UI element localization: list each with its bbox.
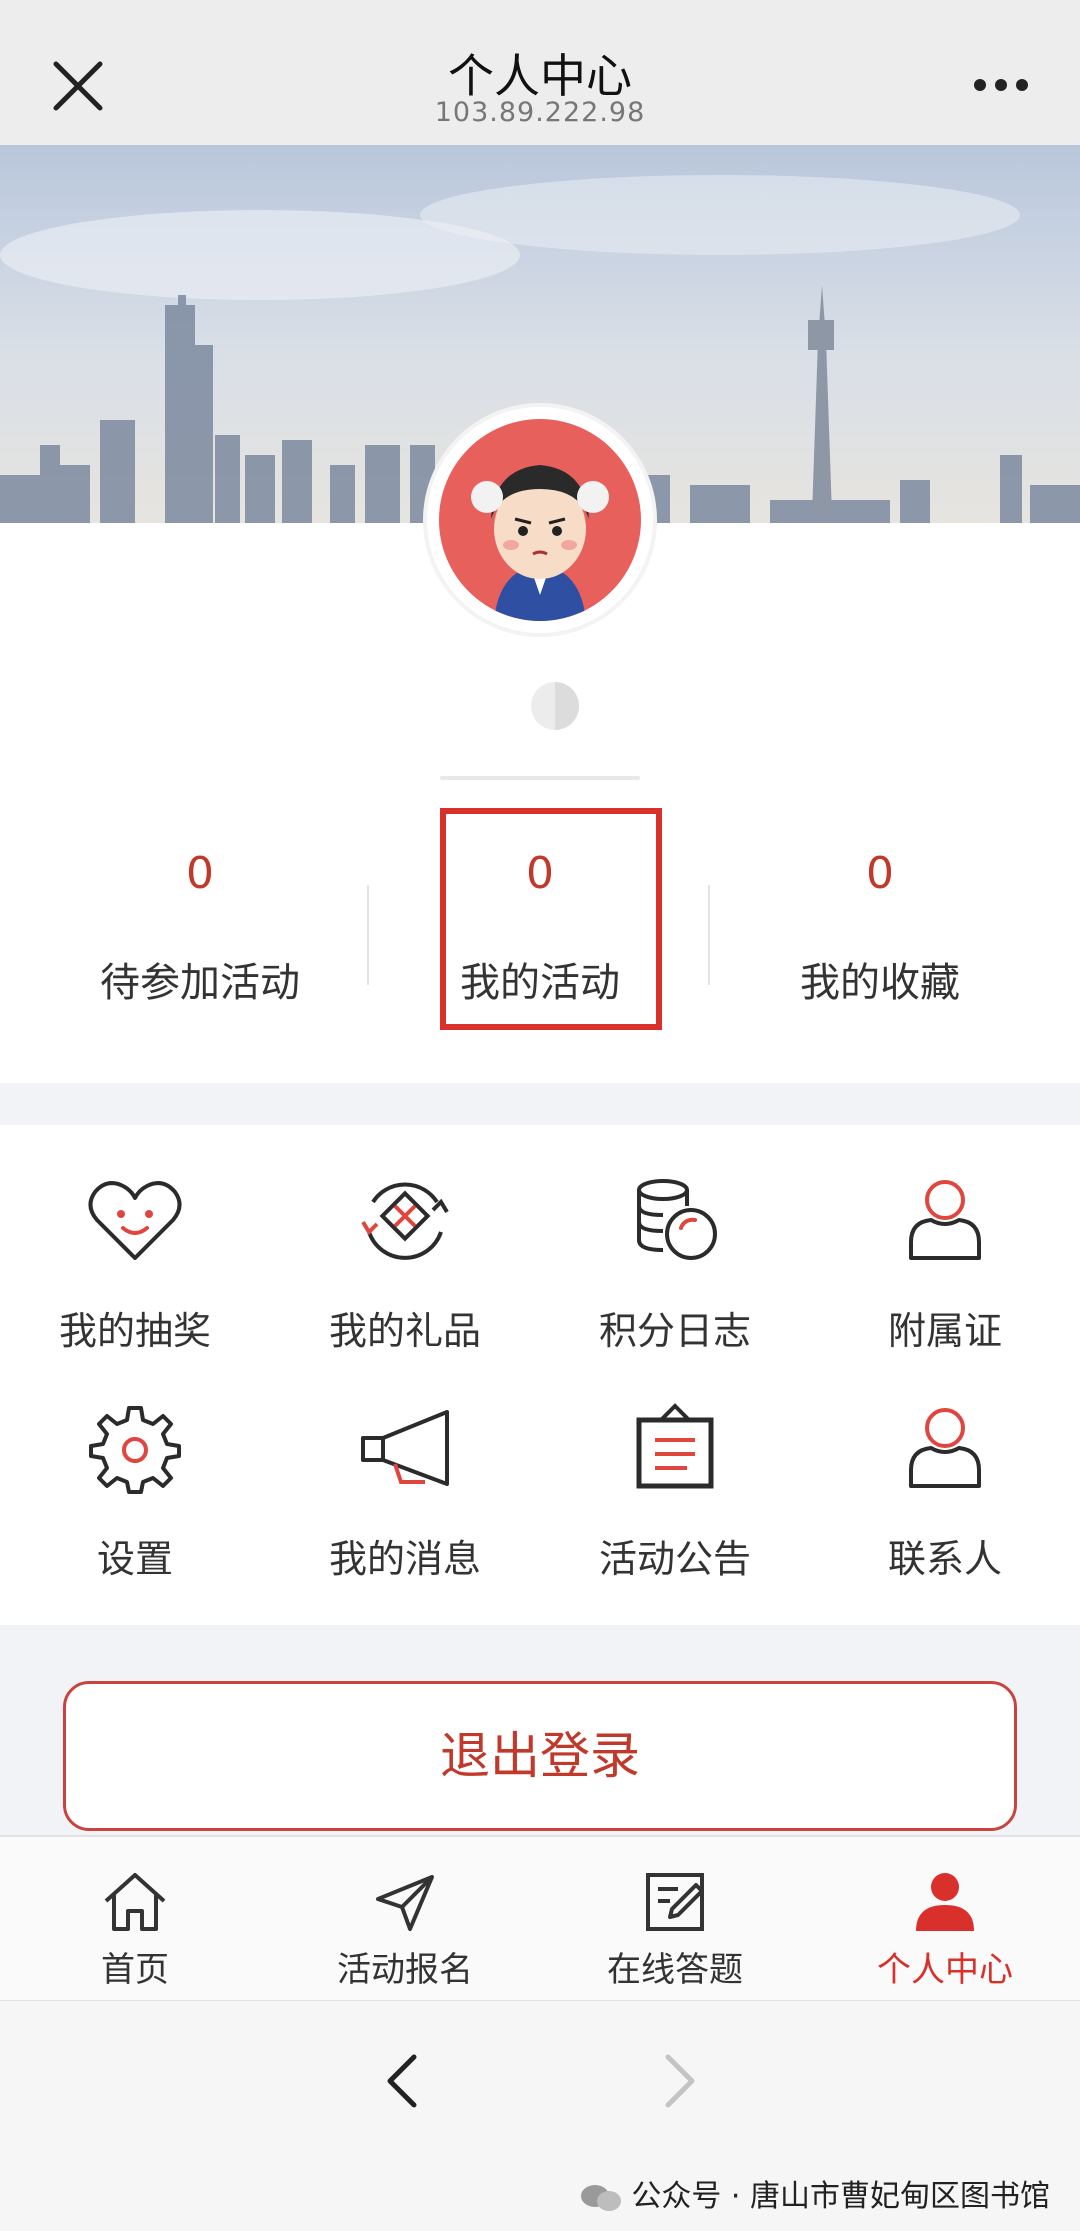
user-icon [916,1873,974,1931]
watermark-text: 公众号 · 唐山市曹妃甸区图书馆 [631,2179,1050,2214]
stat-value: 0 [186,848,214,899]
more-icon[interactable] [972,74,1030,96]
tab-online-quiz[interactable]: 在线答题 [540,1837,810,2002]
menu-item-announcements[interactable]: 活动公告 [540,1353,810,1583]
tab-bar: 首页 活动报名 在线答题 个人中心 [0,1835,1080,2000]
menu-item-lottery[interactable]: 我的抽奖 [0,1125,270,1355]
menu-item-settings[interactable]: 设置 [0,1353,270,1583]
menu-item-label: 我的礼品 [328,1309,481,1353]
tab-home[interactable]: 首页 [0,1837,270,2002]
menu-item-gifts[interactable]: 我的礼品 [270,1125,540,1355]
avatar[interactable] [427,407,653,633]
person-icon [909,1180,981,1260]
stat-label: 待参加活动 [100,960,300,1006]
username-loading [531,682,579,730]
menu-item-points-log[interactable]: 积分日志 [540,1125,810,1355]
logout-button[interactable]: 退出登录 [63,1681,1017,1831]
contact-icon [909,1408,981,1488]
page-subtitle: 103.89.222.98 [434,97,646,128]
menu-item-contacts[interactable]: 联系人 [810,1353,1080,1583]
browser-nav-bar: 公众号 · 唐山市曹妃甸区图书馆 [0,2000,1080,2231]
username-underline [440,776,640,780]
megaphone-icon [361,1410,449,1486]
tab-label: 活动报名 [337,1950,473,1990]
tab-label: 个人中心 [877,1950,1013,1990]
menu-item-label: 活动公告 [598,1537,751,1581]
send-icon [376,1875,434,1931]
menu-item-label: 附属证 [887,1309,1002,1353]
stat-label: 我的收藏 [800,960,960,1006]
stat-my-favorites[interactable]: 0 我的收藏 [700,808,1060,1028]
menu-grid: 我的抽奖 我的礼品 积分日志 附属证 设置 我的消息 活动公告 联系人 [0,1125,1080,1625]
menu-item-label: 联系人 [887,1537,1002,1581]
menu-item-label: 设置 [96,1537,173,1581]
heart-smile-icon [88,1181,182,1260]
top-bar: 个人中心 103.89.222.98 [0,0,1080,145]
notice-board-icon [636,1403,714,1489]
highlight-box [440,808,662,1030]
tab-label: 首页 [101,1950,169,1990]
menu-item-messages[interactable]: 我的消息 [270,1353,540,1583]
stat-value: 0 [866,848,894,899]
forward-arrow-icon[interactable] [658,2051,702,2111]
home-icon [104,1873,166,1931]
menu-item-label: 积分日志 [598,1309,751,1353]
stat-divider [708,885,710,985]
stat-pending-activities[interactable]: 0 待参加活动 [20,808,380,1028]
tab-activity-signup[interactable]: 活动报名 [270,1837,540,2002]
tab-personal-center[interactable]: 个人中心 [810,1837,1080,2002]
back-arrow-icon[interactable] [380,2051,424,2111]
menu-item-label: 我的消息 [328,1537,481,1581]
coins-icon [637,1179,717,1260]
watermark: 公众号 · 唐山市曹妃甸区图书馆 [579,2171,1050,2215]
gift-icon [361,1182,449,1260]
edit-icon [646,1873,704,1931]
tab-label: 在线答题 [607,1950,743,1990]
menu-item-affiliate-card[interactable]: 附属证 [810,1125,1080,1355]
wechat-icon [581,2184,622,2211]
stat-divider [367,885,369,985]
gear-icon [89,1406,181,1494]
menu-item-label: 我的抽奖 [58,1309,211,1353]
